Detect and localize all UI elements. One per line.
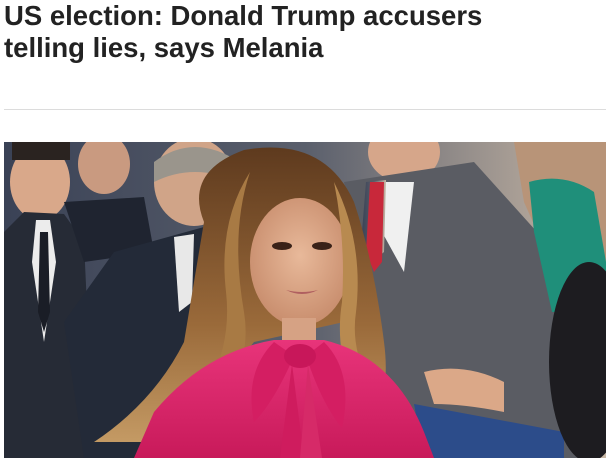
divider bbox=[4, 109, 606, 110]
headline-line-2: telling lies, says Melania bbox=[4, 32, 324, 63]
hero-photo-illustration bbox=[4, 142, 606, 458]
article: US election: Donald Trump accusers telli… bbox=[0, 0, 608, 458]
headline: US election: Donald Trump accusers telli… bbox=[4, 0, 604, 64]
headline-line-1: US election: Donald Trump accusers bbox=[4, 0, 483, 31]
hero-photo[interactable] bbox=[4, 142, 606, 458]
